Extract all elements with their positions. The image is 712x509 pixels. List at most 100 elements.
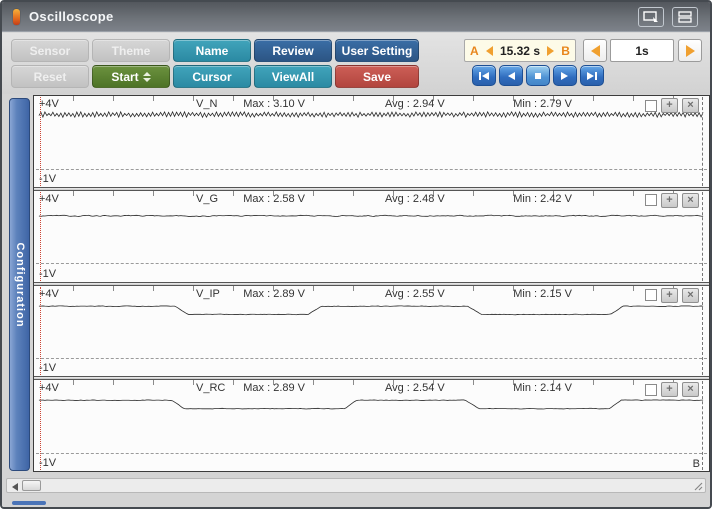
range-b-right-arrow-icon[interactable] [547,45,555,56]
right-arrow-icon [685,44,695,57]
cursor-button-label: Cursor [192,69,232,84]
scope-content-area: Configuration +4V V_N Max : 3.10 V Avg :… [2,94,710,507]
channel-controls: + × [645,287,699,303]
window-title: Oscilloscope [29,9,114,24]
waveform-v-n [38,110,704,119]
channel-zoom-button[interactable]: + [661,192,678,208]
skip-to-end-button[interactable] [580,65,604,86]
theme-button[interactable]: Theme [92,39,170,62]
titlebar: Oscilloscope [2,2,710,32]
configuration-panel-tab[interactable]: Configuration [9,98,30,471]
channels-container: +4V V_N Max : 3.10 V Avg : 2.94 V Min : … [33,95,710,472]
channel-max: Max : 2.58 V [243,192,306,205]
theme-button-label: Theme [111,43,151,58]
sensor-button[interactable]: Sensor [11,39,89,62]
stacked-bars-icon [678,11,692,23]
cursor-a-label: A [470,43,479,58]
channel-avg: Avg : 2.48 V [385,192,445,205]
step-back-icon [508,71,515,80]
channel-controls: + × [645,382,699,398]
viewall-button[interactable]: ViewAll [254,65,332,88]
window-menu-button[interactable] [672,7,698,27]
channel-name: V_IP [196,287,220,300]
top-voltage-label: +4V [39,192,59,205]
channel-select-checkbox[interactable] [645,194,657,207]
top-voltage-label: +4V [39,287,59,300]
channel-controls: + × [645,98,699,113]
review-button[interactable]: Review [254,39,332,62]
cursor-b-line [702,191,703,281]
cursor-button[interactable]: Cursor [173,65,251,88]
step-forward-icon [561,71,568,80]
cursor-b-line [702,286,703,376]
reset-button[interactable]: Reset [11,65,89,88]
channel-select-checkbox[interactable] [645,99,657,112]
step-back-button[interactable] [499,65,523,86]
oscilloscope-window: Oscilloscope Sensor Theme Name Review Us… [0,0,712,509]
timebase-increase-button[interactable] [678,39,702,62]
waveform-v-ip [38,304,704,315]
start-button[interactable]: Start [92,65,170,88]
user-setting-button[interactable]: User Setting [335,39,419,62]
sensor-button-label: Sensor [29,43,71,58]
stop-button[interactable] [526,65,550,86]
start-button-label: Start [111,69,139,84]
channel-zoom-button[interactable]: + [661,287,678,303]
window-restore-button[interactable] [638,7,664,27]
bottom-voltage-label: -1V [39,172,57,185]
channel-name: V_N [196,98,218,110]
reset-button-label: Reset [33,69,67,84]
channel-avg: Avg : 2.55 V [385,287,445,300]
skip-to-end-icon [587,71,597,80]
configuration-tab-label: Configuration [14,241,26,328]
ab-range-display: A 15.32 s B [464,39,576,62]
step-forward-button[interactable] [553,65,577,86]
channel-min: Min : 2.42 V [513,192,572,205]
toolbar-row-2: Reset Start Cursor ViewAll Save [11,65,419,88]
channel-zoom-button[interactable]: + [661,98,678,113]
viewall-button-label: ViewAll [271,69,315,84]
waveform-v-g [38,214,704,217]
resize-grip-icon[interactable] [693,481,703,491]
skip-to-start-icon [479,71,489,80]
skip-to-start-button[interactable] [472,65,496,86]
channel-avg: Avg : 2.54 V [385,382,445,395]
channel-select-checkbox[interactable] [645,289,657,301]
channel-close-button[interactable]: × [682,287,699,303]
minus-1v-dashed-line [36,168,707,170]
bottom-voltage-label: -1V [39,267,57,280]
top-voltage-label: +4V [39,382,59,395]
cursor-b-line [702,97,703,186]
name-button-label: Name [195,43,229,58]
channel-min: Min : 2.79 V [513,98,572,110]
app-icon [13,8,20,25]
toolbar: Sensor Theme Name Review User Setting Re… [2,33,710,94]
channel-v-g: +4V V_G Max : 2.58 V Avg : 2.48 V Min : … [34,190,709,282]
channel-min: Min : 2.15 V [513,287,572,300]
timebase-decrease-button[interactable] [583,39,607,62]
channel-max: Max : 2.89 V [243,287,306,300]
cursor-b-label: B [561,43,570,58]
stop-icon [535,72,541,79]
channel-avg: Avg : 2.94 V [385,98,445,110]
top-voltage-label: +4V [39,98,59,110]
scroll-left-arrow-icon[interactable] [12,483,18,491]
channel-close-button[interactable]: × [682,382,699,398]
channel-close-button[interactable]: × [682,98,699,113]
user-setting-button-label: User Setting [341,43,413,58]
channel-min: Min : 2.14 V [513,382,572,395]
start-stepper-icon [142,71,151,82]
scrollbar-thumb[interactable] [22,480,41,491]
save-button[interactable]: Save [335,65,419,88]
horizontal-scrollbar[interactable] [6,478,706,493]
bottom-voltage-label: -1V [39,457,57,469]
channel-name: V_G [196,192,219,205]
range-a-left-arrow-icon[interactable] [485,45,493,56]
channel-close-button[interactable]: × [682,192,699,208]
channel-v-n: +4V V_N Max : 3.10 V Avg : 2.94 V Min : … [34,96,709,187]
playback-controls [472,65,604,86]
timebase-value[interactable]: 1s [610,39,674,62]
channel-select-checkbox[interactable] [645,383,657,396]
name-button[interactable]: Name [173,39,251,62]
channel-zoom-button[interactable]: + [661,382,678,398]
